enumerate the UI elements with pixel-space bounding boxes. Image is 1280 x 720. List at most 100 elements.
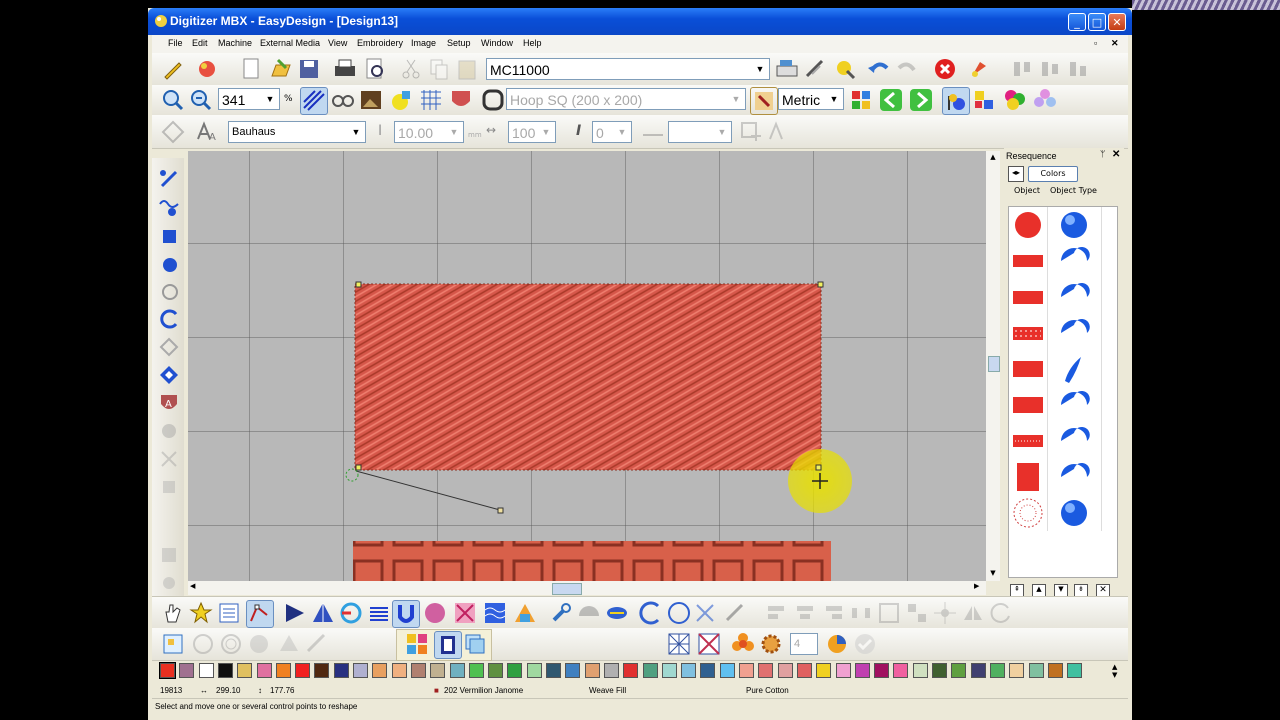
pin-icon[interactable]: ᛘ <box>1100 149 1105 159</box>
tile-fill-object[interactable] <box>353 541 831 581</box>
hoop-select[interactable]: Hoop SQ (200 x 200) ▼ <box>506 88 746 110</box>
color-swatch[interactable] <box>179 663 195 678</box>
node-edit-icon[interactable] <box>158 476 180 498</box>
color-swatch[interactable] <box>874 663 890 678</box>
color-swatch[interactable] <box>488 663 504 678</box>
color-swatch[interactable] <box>584 663 600 678</box>
units-select[interactable]: Metric ▼ <box>778 88 844 110</box>
expand-icon[interactable]: ◂▸ <box>1008 166 1024 182</box>
color-swatch[interactable] <box>951 663 967 678</box>
save-icon[interactable] <box>296 56 322 82</box>
group-icon[interactable] <box>876 600 902 626</box>
circle-fill-icon[interactable] <box>158 252 180 274</box>
show-stitches-icon[interactable] <box>300 87 328 115</box>
color-swatch[interactable] <box>526 663 542 678</box>
send-to-machine-icon[interactable] <box>774 56 800 82</box>
rotate-icon[interactable] <box>988 600 1014 626</box>
weave-fill-rectangle[interactable] <box>354 283 822 471</box>
color-swatch[interactable] <box>816 663 832 678</box>
color-swatch[interactable] <box>295 663 311 678</box>
undo-icon[interactable] <box>866 56 892 82</box>
control-point[interactable] <box>355 281 362 288</box>
cross-fill-icon[interactable] <box>452 600 478 626</box>
hoop-settings-icon[interactable] <box>750 87 778 115</box>
fill-lines-icon[interactable] <box>366 600 392 626</box>
color-swatch[interactable] <box>777 663 793 678</box>
scroll-right-icon[interactable]: ▶ <box>974 582 979 590</box>
align-middle-icon[interactable] <box>1038 56 1064 82</box>
color-swatch[interactable] <box>989 663 1005 678</box>
color-swatch[interactable] <box>565 663 581 678</box>
list-item[interactable] <box>1009 243 1117 279</box>
zoom-level-select[interactable]: 341 ▼ <box>218 88 280 110</box>
wrench-icon[interactable] <box>548 600 574 626</box>
stop-icon[interactable] <box>932 56 958 82</box>
list-item[interactable] <box>1009 351 1117 387</box>
gradient-circle-icon[interactable] <box>422 600 448 626</box>
color-swatch[interactable] <box>970 663 986 678</box>
align-left-icon[interactable] <box>764 600 790 626</box>
offset-icon[interactable] <box>218 631 244 657</box>
arc-icon[interactable] <box>158 308 180 330</box>
polygon-outline-icon[interactable] <box>158 336 180 358</box>
color-swatch[interactable] <box>642 663 658 678</box>
template-icon[interactable] <box>462 631 488 657</box>
photo-stitch-icon[interactable] <box>158 544 180 566</box>
color-swatch[interactable] <box>1067 663 1083 678</box>
star-select-icon[interactable] <box>188 600 214 626</box>
design-canvas[interactable] <box>188 151 986 581</box>
color-swatch[interactable] <box>835 663 851 678</box>
letter-spacing-icon[interactable] <box>640 119 666 145</box>
color-swatch[interactable] <box>353 663 368 678</box>
zoom-out-icon[interactable] <box>188 87 214 113</box>
menu-setup[interactable]: Setup <box>447 38 471 48</box>
color-swatch[interactable] <box>159 662 176 679</box>
freehand-icon[interactable] <box>158 196 180 218</box>
triangle-blue-icon[interactable] <box>282 600 308 626</box>
font-icon[interactable]: A <box>194 119 220 145</box>
close-button[interactable]: ✕ <box>1108 13 1126 31</box>
list-select-icon[interactable] <box>216 600 242 626</box>
wave-fill-icon[interactable] <box>482 600 508 626</box>
color-swatch[interactable] <box>449 663 465 678</box>
cycle-icon[interactable] <box>338 600 364 626</box>
satin-u-icon[interactable] <box>392 600 420 628</box>
grid-icon[interactable] <box>418 87 444 113</box>
outline-tool-icon[interactable] <box>190 631 216 657</box>
checkmark-icon[interactable] <box>852 631 878 657</box>
pencil-icon[interactable] <box>160 56 186 82</box>
sun-gear-icon[interactable] <box>758 631 784 657</box>
color-swatch[interactable] <box>661 663 677 678</box>
menu-external-media[interactable]: External Media <box>260 38 320 48</box>
vertical-scrollbar[interactable]: ▲ ▼ <box>986 151 1000 581</box>
show-objects-icon[interactable] <box>388 87 414 113</box>
letter-effects-icon[interactable] <box>766 119 792 145</box>
gear-icon[interactable] <box>158 572 180 594</box>
mdi-restore-button[interactable]: ▫ <box>1094 38 1097 48</box>
color-swatch[interactable] <box>893 663 909 678</box>
diamond-icon[interactable] <box>158 364 180 386</box>
pen-tool-icon[interactable] <box>304 631 330 657</box>
color-swatch[interactable] <box>198 663 214 678</box>
ungroup-icon[interactable] <box>904 600 930 626</box>
list-item[interactable] <box>1009 315 1117 351</box>
print-preview-icon[interactable] <box>362 56 388 82</box>
object-column-header[interactable]: Object <box>1014 186 1040 195</box>
machine-select[interactable]: MC11000 ▼ <box>486 58 770 80</box>
title-bar[interactable]: Digitizer MBX - EasyDesign - [Design13] … <box>148 8 1132 35</box>
add-letters-icon[interactable] <box>738 119 764 145</box>
glasses-icon[interactable] <box>330 87 356 113</box>
color-blocks-icon[interactable] <box>404 631 430 657</box>
color-swatch[interactable] <box>256 663 272 678</box>
fill-area-icon[interactable] <box>158 224 180 246</box>
menu-file[interactable]: File <box>168 38 183 48</box>
color-swatch[interactable] <box>391 663 407 678</box>
color-swatch[interactable] <box>507 663 523 678</box>
half-circle-icon[interactable] <box>576 600 602 626</box>
color-swatch[interactable] <box>854 663 870 678</box>
flower-icon[interactable] <box>1032 87 1058 113</box>
scissors-icon[interactable] <box>692 600 718 626</box>
control-point[interactable] <box>815 464 822 471</box>
color-swatch[interactable] <box>314 663 330 678</box>
menu-help[interactable]: Help <box>523 38 542 48</box>
